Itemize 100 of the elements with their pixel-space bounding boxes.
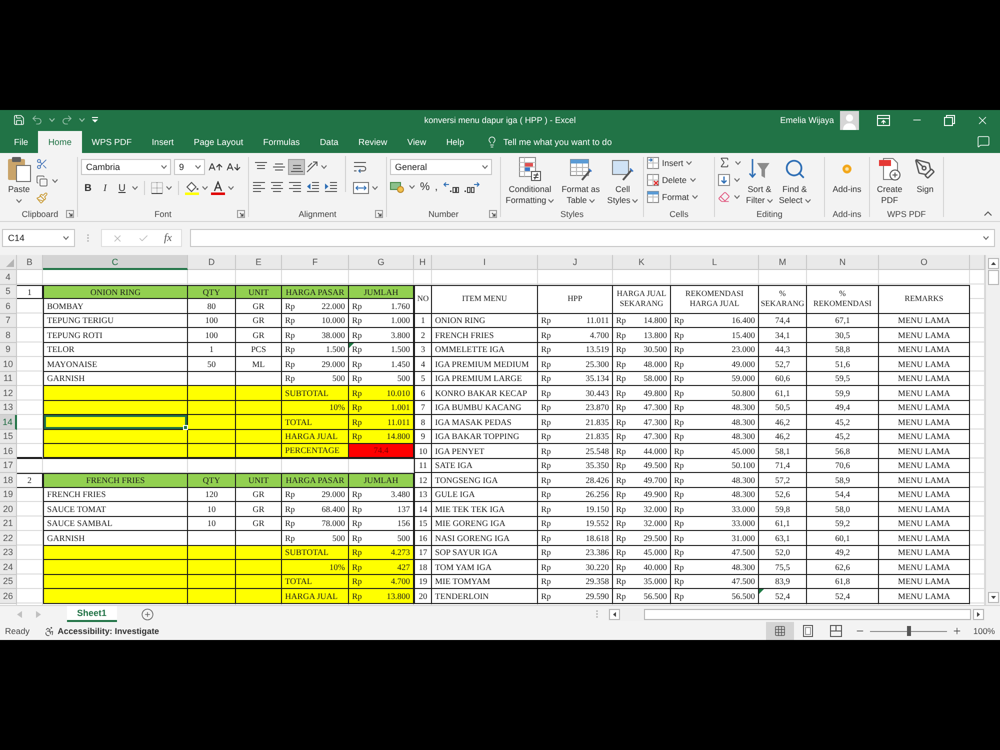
sheet-tab[interactable]: Sheet1 [67, 606, 117, 622]
ribbon-tab[interactable]: Review [348, 130, 398, 153]
ribbon-tab[interactable]: Data [310, 130, 348, 153]
accounting-format-icon[interactable] [390, 181, 404, 193]
add-sheet-icon[interactable] [140, 608, 154, 620]
caret-icon[interactable] [166, 186, 172, 190]
sort-filter-icon[interactable] [748, 158, 770, 180]
caret-icon[interactable] [632, 198, 638, 202]
column-header[interactable]: F [282, 255, 349, 270]
row-header[interactable]: 11 [0, 372, 17, 386]
column-header[interactable]: D [188, 255, 236, 270]
bold-button[interactable]: B [81, 182, 95, 194]
caret-icon[interactable] [686, 161, 692, 165]
column-header[interactable]: B [17, 255, 43, 270]
horizontal-scrollbar[interactable] [608, 608, 985, 620]
column-header[interactable]: H [414, 255, 432, 270]
italic-button[interactable]: I [98, 182, 112, 194]
decrease-decimal-icon[interactable] [464, 181, 480, 193]
collapse-ribbon-icon[interactable] [984, 211, 992, 216]
conditional-formatting-icon[interactable] [518, 157, 541, 181]
row-header[interactable]: 20 [0, 502, 17, 516]
underline-button[interactable]: U [115, 182, 129, 194]
column-header[interactable]: G [349, 255, 414, 270]
row-header[interactable]: 5 [0, 284, 17, 299]
user-name[interactable]: Emelia Wijaya [780, 115, 834, 125]
vertical-scrollbar[interactable] [985, 255, 1000, 605]
name-box[interactable]: C14 [2, 229, 75, 247]
text-orientation-icon[interactable] [306, 161, 320, 173]
delete-cells-button[interactable]: Delete [647, 173, 698, 187]
grid-icon[interactable] [774, 625, 786, 637]
row-header[interactable]: 19 [0, 488, 17, 502]
dialog-launcher-icon[interactable] [489, 210, 497, 218]
format-as-table-icon[interactable] [570, 157, 592, 181]
row-header[interactable]: 10 [0, 357, 17, 372]
tell-me-search[interactable]: Tell me what you want to do [486, 136, 612, 148]
decrease-indent-icon[interactable] [306, 181, 320, 193]
zoom-level[interactable]: 100% [973, 626, 995, 636]
ribbon-tab[interactable]: Home [38, 131, 82, 153]
format-cells-icon[interactable] [647, 191, 659, 203]
font-name-field[interactable]: Cambria [81, 159, 171, 175]
formula-input[interactable] [190, 229, 995, 247]
pdf-document-icon[interactable] [878, 157, 901, 181]
row-header[interactable]: 17 [0, 458, 17, 473]
autosum-icon[interactable] [718, 156, 731, 169]
conditional-formatting-button[interactable]: Conditional Formatting [504, 156, 556, 206]
ribbon-tab[interactable]: Formulas [253, 130, 310, 153]
increase-indent-icon[interactable] [324, 181, 338, 193]
lightbulb-icon[interactable] [486, 136, 498, 148]
caret-icon[interactable] [195, 165, 201, 169]
font-color-icon[interactable] [211, 181, 225, 195]
column-header[interactable]: L [671, 255, 759, 270]
column-header[interactable]: C [43, 255, 188, 270]
caret-icon[interactable] [161, 165, 167, 169]
avatar-icon[interactable] [840, 110, 859, 130]
delete-cells-icon[interactable] [647, 174, 659, 186]
fill-down-icon[interactable] [718, 174, 730, 186]
align-right-icon[interactable] [288, 181, 302, 193]
sort-filter-button[interactable]: Sort & Filter [745, 156, 774, 206]
caret-icon[interactable] [804, 198, 811, 202]
caret-icon[interactable] [202, 186, 208, 190]
create-pdf-button[interactable]: Create PDF [876, 156, 904, 206]
caret-icon[interactable] [132, 186, 138, 190]
column-header[interactable]: N [807, 255, 879, 270]
redo-icon[interactable] [61, 114, 73, 126]
number-format-field[interactable]: General [390, 159, 492, 175]
caret-icon[interactable] [692, 195, 698, 199]
find-select-button[interactable]: Find & Select [778, 156, 812, 206]
row-header[interactable]: 12 [0, 386, 17, 400]
eraser-icon[interactable] [718, 190, 730, 202]
ribbon-tab[interactable]: View [397, 130, 436, 153]
format-cells-button[interactable]: Format [647, 190, 698, 204]
sign-button[interactable]: Sign [913, 156, 938, 195]
cell-styles-icon[interactable] [612, 157, 634, 181]
restore-icon[interactable] [944, 114, 955, 126]
row-header[interactable]: 13 [0, 400, 17, 415]
column-header[interactable]: I [432, 255, 538, 270]
dialog-launcher-icon[interactable] [237, 210, 245, 218]
caret-icon[interactable] [321, 165, 327, 169]
caret-icon[interactable] [63, 236, 69, 240]
row-header[interactable]: 15 [0, 430, 17, 444]
caret-icon[interactable] [983, 236, 989, 240]
accessibility-icon[interactable] [44, 626, 55, 636]
insert-function-button[interactable]: fx [164, 232, 172, 244]
caret-icon[interactable] [372, 186, 378, 190]
column-header[interactable]: O [879, 255, 970, 270]
column-header[interactable]: M [759, 255, 807, 270]
comma-style-button[interactable]: , [434, 181, 438, 193]
customize-icon[interactable] [91, 117, 99, 123]
align-center-icon[interactable] [270, 181, 284, 193]
row-header[interactable]: 26 [0, 589, 17, 604]
caret-icon[interactable] [588, 198, 595, 202]
cut-icon[interactable] [36, 158, 48, 170]
caret-icon[interactable] [482, 165, 488, 169]
dialog-launcher-icon[interactable] [375, 210, 383, 218]
caret-icon[interactable] [79, 118, 85, 122]
merge-cells-icon[interactable] [353, 182, 369, 194]
caret-icon[interactable] [734, 194, 740, 198]
row-header[interactable]: 16 [0, 444, 17, 458]
pen-icon[interactable] [914, 158, 936, 180]
caret-icon[interactable] [409, 185, 415, 189]
